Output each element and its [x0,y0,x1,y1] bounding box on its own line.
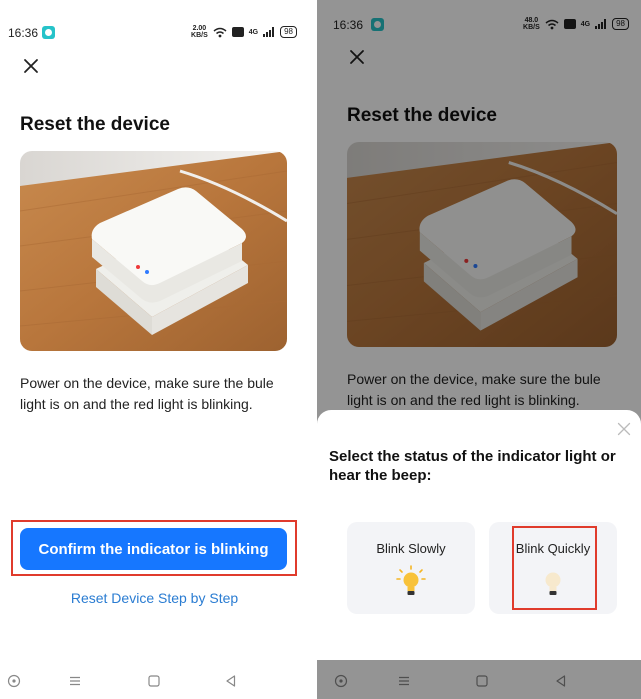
status-time: 16:36 [8,26,39,40]
status-bar: 16:36 2.00 KB/S 4G 98 [0,22,309,44]
close-icon [24,59,38,73]
instruction-text: Power on the device, make sure the bule … [20,375,274,412]
device-photo [20,151,287,351]
sheet-close-button[interactable] [617,422,637,442]
option-blink-slowly[interactable]: Blink Slowly [347,522,475,614]
sheet-title: Select the status of the indicator light… [329,448,616,484]
close-button[interactable] [17,52,45,80]
hd-icon [231,27,244,37]
screen-right: 16:36 48.0 KB/S 4G 98 Reset the device P… [317,0,641,699]
nav-home-button[interactable] [144,671,164,691]
reset-step-by-step-link[interactable]: Reset Device Step by Step [0,590,309,606]
close-icon [617,422,631,436]
network-type: 4G [248,28,259,36]
net-speed: 2.00 KB/S [191,25,208,39]
wifi-icon [213,27,227,37]
assist-circle-icon [7,674,21,688]
nav-bar [0,663,309,699]
menu-lines-icon [70,676,80,686]
hub-device-image [20,151,287,351]
blink-quickly-highlight-box [512,526,597,610]
status-icons: 2.00 KB/S 4G 98 [191,25,297,39]
page-title: Reset the device [20,114,170,135]
lightbulb-icon [396,565,426,595]
nav-assist-button[interactable] [4,671,24,691]
nav-back-button[interactable] [221,671,241,691]
option-label: Blink Slowly [376,541,446,556]
screen-left: 16:36 2.00 KB/S 4G 98 Reset the device P… [0,0,309,699]
back-triangle-icon [226,675,236,687]
home-square-icon [148,675,160,687]
notification-badge-icon [42,26,55,39]
battery-icon: 98 [280,26,297,38]
nav-menu-button[interactable] [65,671,85,691]
signal-icon [263,27,275,37]
confirm-blinking-button[interactable]: Confirm the indicator is blinking [20,528,287,570]
